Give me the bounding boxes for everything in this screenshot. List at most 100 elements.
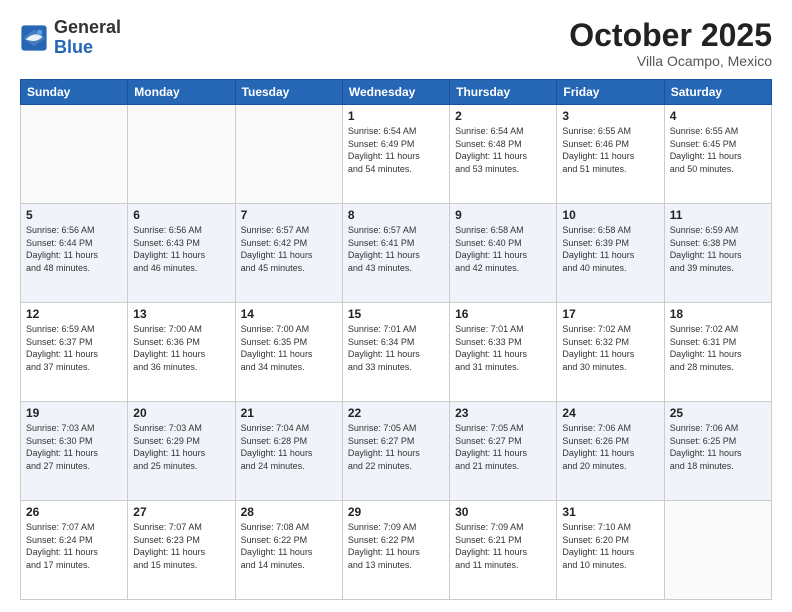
day-info: Sunrise: 6:56 AM Sunset: 6:44 PM Dayligh… [26, 224, 122, 274]
day-info: Sunrise: 6:54 AM Sunset: 6:49 PM Dayligh… [348, 125, 444, 175]
day-number: 14 [241, 307, 337, 321]
day-cell-w3-d3: 14 Sunrise: 7:00 AM Sunset: 6:35 PM Dayli… [235, 303, 342, 402]
day-number: 28 [241, 505, 337, 519]
location-subtitle: Villa Ocampo, Mexico [569, 53, 772, 69]
week-row-4: 19 Sunrise: 7:03 AM Sunset: 6:30 PM Dayli… [21, 402, 772, 501]
header: General Blue October 2025 Villa Ocampo, … [20, 18, 772, 69]
day-info: Sunrise: 6:54 AM Sunset: 6:48 PM Dayligh… [455, 125, 551, 175]
day-info: Sunrise: 7:07 AM Sunset: 6:24 PM Dayligh… [26, 521, 122, 571]
header-tuesday: Tuesday [235, 80, 342, 105]
day-number: 27 [133, 505, 229, 519]
day-info: Sunrise: 7:05 AM Sunset: 6:27 PM Dayligh… [455, 422, 551, 472]
day-cell-w3-d4: 15 Sunrise: 7:01 AM Sunset: 6:34 PM Dayli… [342, 303, 449, 402]
day-cell-w4-d4: 22 Sunrise: 7:05 AM Sunset: 6:27 PM Dayli… [342, 402, 449, 501]
day-cell-w1-d2 [128, 105, 235, 204]
day-cell-w4-d3: 21Sunrise: 7:04 AM Sunset: 6:28 PM Dayli… [235, 402, 342, 501]
day-cell-w2-d4: 8 Sunrise: 6:57 AM Sunset: 6:41 PM Daylig… [342, 204, 449, 303]
day-cell-w1-d5: 2 Sunrise: 6:54 AM Sunset: 6:48 PM Daylig… [450, 105, 557, 204]
day-info: Sunrise: 7:01 AM Sunset: 6:33 PM Dayligh… [455, 323, 551, 373]
day-number: 10 [562, 208, 658, 222]
day-cell-w4-d5: 23 Sunrise: 7:05 AM Sunset: 6:27 PM Dayli… [450, 402, 557, 501]
day-number: 1 [348, 109, 444, 123]
day-cell-w1-d4: 1 Sunrise: 6:54 AM Sunset: 6:49 PM Daylig… [342, 105, 449, 204]
day-info: Sunrise: 6:59 AM Sunset: 6:38 PM Dayligh… [670, 224, 766, 274]
day-cell-w1-d3 [235, 105, 342, 204]
week-row-2: 5Sunrise: 6:56 AM Sunset: 6:44 PM Daylig… [21, 204, 772, 303]
day-info: Sunrise: 6:58 AM Sunset: 6:40 PM Dayligh… [455, 224, 551, 274]
day-number: 3 [562, 109, 658, 123]
day-number: 29 [348, 505, 444, 519]
day-cell-w3-d7: 18 Sunrise: 7:02 AM Sunset: 6:31 PM Dayli… [664, 303, 771, 402]
day-cell-w2-d6: 10 Sunrise: 6:58 AM Sunset: 6:39 PM Dayli… [557, 204, 664, 303]
day-number: 2 [455, 109, 551, 123]
day-cell-w5-d2: 27 Sunrise: 7:07 AM Sunset: 6:23 PM Dayli… [128, 501, 235, 600]
day-number: 12 [26, 307, 122, 321]
day-cell-w2-d1: 5Sunrise: 6:56 AM Sunset: 6:44 PM Daylig… [21, 204, 128, 303]
day-cell-w5-d1: 26Sunrise: 7:07 AM Sunset: 6:24 PM Dayli… [21, 501, 128, 600]
day-info: Sunrise: 7:06 AM Sunset: 6:26 PM Dayligh… [562, 422, 658, 472]
day-info: Sunrise: 6:56 AM Sunset: 6:43 PM Dayligh… [133, 224, 229, 274]
day-info: Sunrise: 7:04 AM Sunset: 6:28 PM Dayligh… [241, 422, 337, 472]
day-cell-w4-d2: 20Sunrise: 7:03 AM Sunset: 6:29 PM Dayli… [128, 402, 235, 501]
day-info: Sunrise: 7:00 AM Sunset: 6:35 PM Dayligh… [241, 323, 337, 373]
day-cell-w2-d2: 6 Sunrise: 6:56 AM Sunset: 6:43 PM Daylig… [128, 204, 235, 303]
day-info: Sunrise: 7:05 AM Sunset: 6:27 PM Dayligh… [348, 422, 444, 472]
logo-general: General [54, 17, 121, 37]
day-number: 24 [562, 406, 658, 420]
week-row-5: 26Sunrise: 7:07 AM Sunset: 6:24 PM Dayli… [21, 501, 772, 600]
day-cell-w5-d4: 29Sunrise: 7:09 AM Sunset: 6:22 PM Dayli… [342, 501, 449, 600]
day-info: Sunrise: 7:03 AM Sunset: 6:30 PM Dayligh… [26, 422, 122, 472]
day-number: 8 [348, 208, 444, 222]
day-info: Sunrise: 7:09 AM Sunset: 6:21 PM Dayligh… [455, 521, 551, 571]
day-cell-w2-d5: 9 Sunrise: 6:58 AM Sunset: 6:40 PM Daylig… [450, 204, 557, 303]
day-number: 30 [455, 505, 551, 519]
day-cell-w2-d3: 7 Sunrise: 6:57 AM Sunset: 6:42 PM Daylig… [235, 204, 342, 303]
day-info: Sunrise: 6:58 AM Sunset: 6:39 PM Dayligh… [562, 224, 658, 274]
day-info: Sunrise: 7:07 AM Sunset: 6:23 PM Dayligh… [133, 521, 229, 571]
day-number: 6 [133, 208, 229, 222]
day-cell-w4-d6: 24 Sunrise: 7:06 AM Sunset: 6:26 PM Dayli… [557, 402, 664, 501]
day-info: Sunrise: 7:02 AM Sunset: 6:32 PM Dayligh… [562, 323, 658, 373]
day-number: 22 [348, 406, 444, 420]
day-info: Sunrise: 6:57 AM Sunset: 6:42 PM Dayligh… [241, 224, 337, 274]
day-cell-w3-d2: 13Sunrise: 7:00 AM Sunset: 6:36 PM Dayli… [128, 303, 235, 402]
header-monday: Monday [128, 80, 235, 105]
month-title: October 2025 [569, 18, 772, 53]
day-cell-w5-d5: 30 Sunrise: 7:09 AM Sunset: 6:21 PM Dayli… [450, 501, 557, 600]
day-number: 11 [670, 208, 766, 222]
day-number: 23 [455, 406, 551, 420]
day-cell-w4-d7: 25Sunrise: 7:06 AM Sunset: 6:25 PM Dayli… [664, 402, 771, 501]
day-cell-w1-d1 [21, 105, 128, 204]
day-number: 20 [133, 406, 229, 420]
header-sunday: Sunday [21, 80, 128, 105]
day-cell-w3-d5: 16 Sunrise: 7:01 AM Sunset: 6:33 PM Dayli… [450, 303, 557, 402]
day-cell-w5-d6: 31Sunrise: 7:10 AM Sunset: 6:20 PM Dayli… [557, 501, 664, 600]
day-number: 7 [241, 208, 337, 222]
page: General Blue October 2025 Villa Ocampo, … [0, 0, 792, 612]
day-cell-w1-d7: 4 Sunrise: 6:55 AM Sunset: 6:45 PM Daylig… [664, 105, 771, 204]
day-cell-w2-d7: 11 Sunrise: 6:59 AM Sunset: 6:38 PM Dayli… [664, 204, 771, 303]
day-cell-w5-d3: 28 Sunrise: 7:08 AM Sunset: 6:22 PM Dayli… [235, 501, 342, 600]
week-row-1: 1 Sunrise: 6:54 AM Sunset: 6:49 PM Daylig… [21, 105, 772, 204]
day-number: 31 [562, 505, 658, 519]
calendar-table: Sunday Monday Tuesday Wednesday Thursday… [20, 79, 772, 600]
header-friday: Friday [557, 80, 664, 105]
day-info: Sunrise: 7:01 AM Sunset: 6:34 PM Dayligh… [348, 323, 444, 373]
day-number: 15 [348, 307, 444, 321]
day-info: Sunrise: 7:02 AM Sunset: 6:31 PM Dayligh… [670, 323, 766, 373]
day-number: 16 [455, 307, 551, 321]
day-number: 19 [26, 406, 122, 420]
day-number: 25 [670, 406, 766, 420]
day-info: Sunrise: 7:00 AM Sunset: 6:36 PM Dayligh… [133, 323, 229, 373]
day-info: Sunrise: 6:59 AM Sunset: 6:37 PM Dayligh… [26, 323, 122, 373]
day-info: Sunrise: 6:57 AM Sunset: 6:41 PM Dayligh… [348, 224, 444, 274]
day-info: Sunrise: 7:08 AM Sunset: 6:22 PM Dayligh… [241, 521, 337, 571]
header-saturday: Saturday [664, 80, 771, 105]
logo: General Blue [20, 18, 121, 58]
day-number: 18 [670, 307, 766, 321]
day-number: 9 [455, 208, 551, 222]
logo-text: General Blue [54, 18, 121, 58]
day-number: 4 [670, 109, 766, 123]
day-info: Sunrise: 6:55 AM Sunset: 6:45 PM Dayligh… [670, 125, 766, 175]
day-cell-w4-d1: 19 Sunrise: 7:03 AM Sunset: 6:30 PM Dayli… [21, 402, 128, 501]
